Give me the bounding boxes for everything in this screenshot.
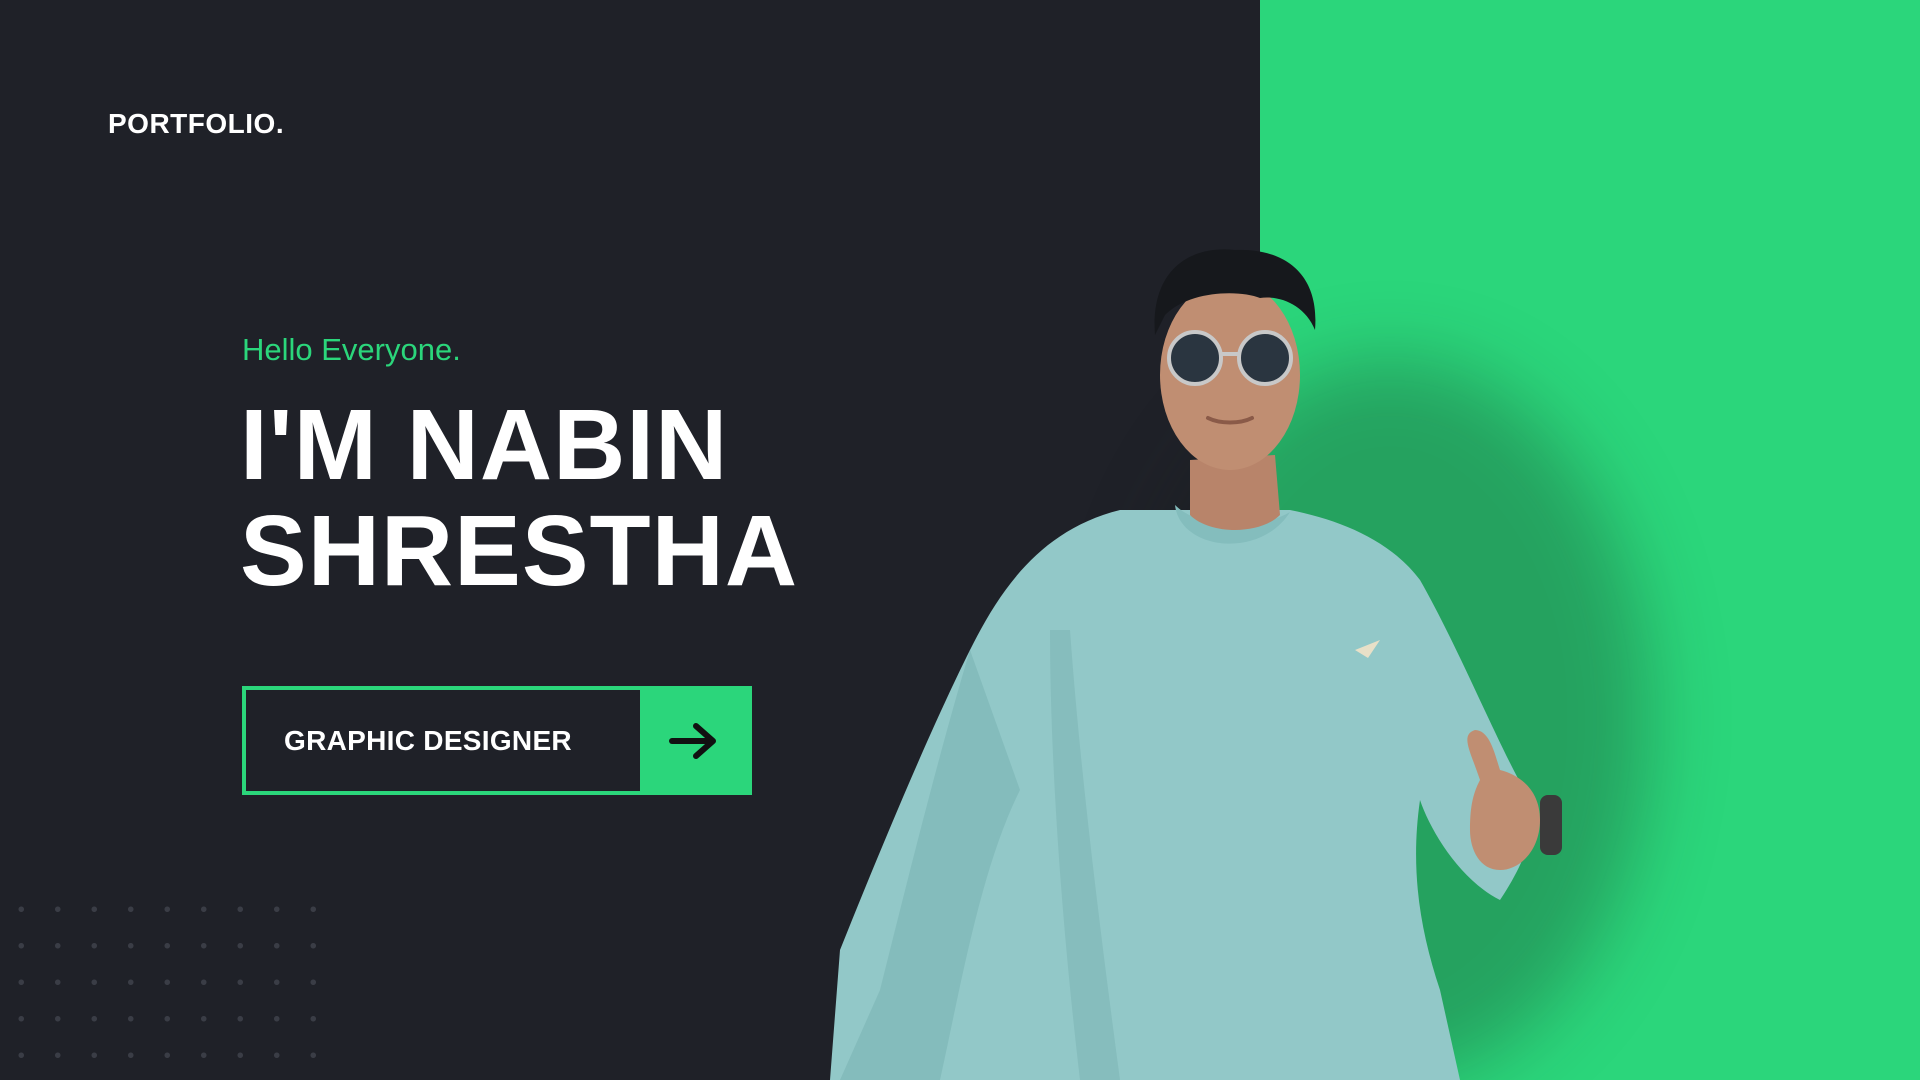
portfolio-page: PORTFOLIO. Hello Everyone. I'M NABIN SHR… xyxy=(0,0,1920,1080)
cta-arrow-box[interactable] xyxy=(640,690,748,791)
headline-line-2: SHRESTHA xyxy=(240,495,799,607)
headline-line-1: I'M NABIN xyxy=(240,389,729,501)
greeting-text: Hello Everyone. xyxy=(242,332,461,367)
cta-label: GRAPHIC DESIGNER xyxy=(284,724,572,756)
dot-grid-pattern xyxy=(0,888,340,1080)
graphic-designer-button[interactable]: GRAPHIC DESIGNER xyxy=(242,686,752,795)
arrow-right-icon xyxy=(669,722,716,759)
hero-headline: I'M NABIN SHRESTHA xyxy=(240,392,798,604)
portrait-image xyxy=(830,249,1562,1080)
brand-logo[interactable]: PORTFOLIO. xyxy=(108,108,284,140)
